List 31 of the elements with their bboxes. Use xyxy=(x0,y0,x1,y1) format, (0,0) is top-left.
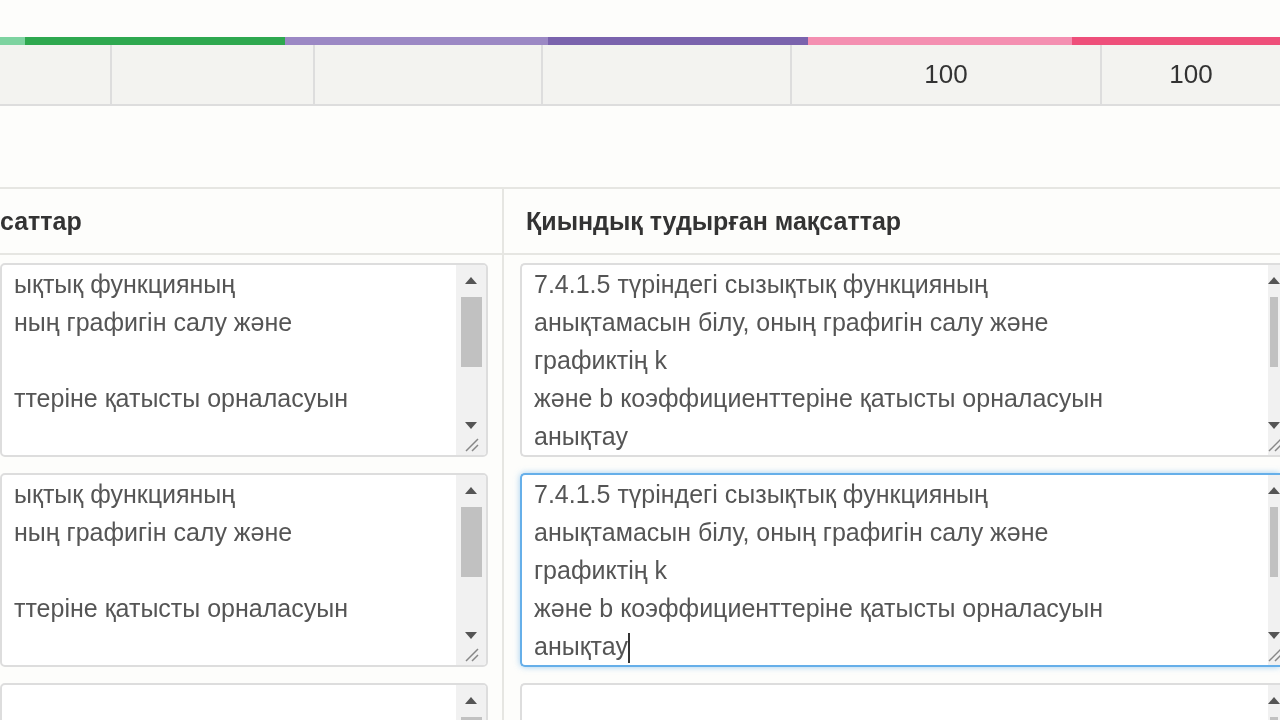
score-value: 100 xyxy=(1169,59,1213,90)
scrollbar[interactable] xyxy=(1268,265,1280,455)
scrollbar-thumb[interactable] xyxy=(460,507,482,577)
text-caret xyxy=(627,633,630,664)
up-arrow-icon[interactable] xyxy=(1267,275,1280,285)
up-arrow-icon[interactable] xyxy=(464,275,478,285)
resize-grip-icon[interactable] xyxy=(1266,436,1280,452)
scrollbar[interactable] xyxy=(456,475,486,665)
resize-grip-icon[interactable] xyxy=(463,646,479,662)
text-area[interactable]: 7.4.1.5 түріндегі сызықтық функцияның анықтамасын білу, оның графигін салу және графиктің k және b коэффициенттеріне қатысты орналасуын анықтау xyxy=(520,473,1280,667)
resize-grip-icon[interactable] xyxy=(463,436,479,452)
text-area[interactable]: ықтық функцияның ның графигін салу және ттеріне қатысты орналасуын xyxy=(0,263,488,457)
score-value: 100 xyxy=(924,59,968,90)
scrollbar-thumb[interactable] xyxy=(460,297,482,367)
up-arrow-icon[interactable] xyxy=(464,695,478,705)
down-arrow-icon[interactable] xyxy=(464,421,478,431)
up-arrow-icon[interactable] xyxy=(464,485,478,495)
down-arrow-icon[interactable] xyxy=(1267,421,1280,431)
down-arrow-icon[interactable] xyxy=(464,631,478,641)
up-arrow-icon[interactable] xyxy=(1267,695,1280,705)
up-arrow-icon[interactable] xyxy=(1267,485,1280,495)
column-header: Қиындық тудырған мақсаттар xyxy=(502,189,1280,255)
scrollbar-thumb[interactable] xyxy=(1269,297,1279,367)
scrollbar[interactable] xyxy=(1268,475,1280,665)
scrollbar[interactable] xyxy=(456,265,486,455)
text-area[interactable]: 7.4.1.5 түріндегі сызықтық функцияның анықтамасын білу, оның графигін салу және графиктің k және b коэффициенттеріне қатысты орналасуын анықтау xyxy=(520,263,1280,457)
column-header: саттар xyxy=(0,189,502,255)
text-area[interactable]: ықтық функцияның ның графигін салу және ттеріне қатысты орналасуын xyxy=(0,473,488,667)
scrollbar-thumb[interactable] xyxy=(1269,507,1279,577)
down-arrow-icon[interactable] xyxy=(1267,631,1280,641)
resize-grip-icon[interactable] xyxy=(1266,646,1280,662)
